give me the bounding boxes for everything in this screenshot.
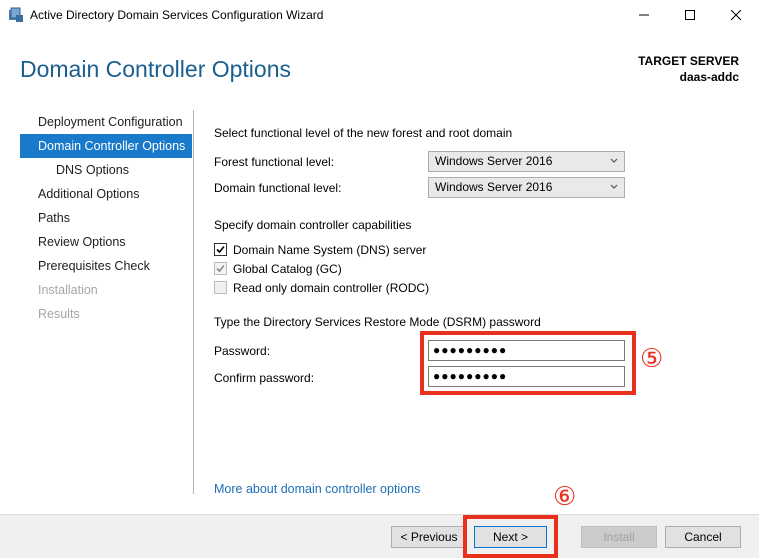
- page-title: Domain Controller Options: [20, 56, 292, 82]
- target-server-label: TARGET SERVER: [638, 54, 739, 68]
- rodc-label: Read only domain controller (RODC): [233, 281, 430, 295]
- functional-level-heading: Select functional level of the new fores…: [214, 126, 513, 140]
- step6-marker: ⑥: [553, 482, 577, 512]
- global-catalog-checkbox: [214, 262, 227, 275]
- checkmark-icon: [216, 245, 225, 254]
- domain-level-label: Domain functional level:: [214, 181, 342, 195]
- target-server-name: daas-addc: [679, 70, 739, 84]
- checkmark-icon: [216, 264, 225, 273]
- chevron-down-icon: [610, 158, 618, 163]
- nav-item-review-options[interactable]: Review Options: [20, 230, 192, 254]
- minimize-button[interactable]: [621, 0, 667, 30]
- nav-item-installation: Installation: [38, 283, 98, 297]
- close-icon: [731, 10, 741, 20]
- nav-item-results: Results: [38, 307, 80, 321]
- global-catalog-label: Global Catalog (GC): [233, 262, 342, 276]
- forest-level-value: Windows Server 2016: [435, 154, 553, 168]
- minimize-icon: [639, 14, 649, 16]
- chevron-down-icon: [610, 184, 618, 189]
- nav-item-prerequisites-check[interactable]: Prerequisites Check: [20, 254, 192, 278]
- domain-level-dropdown[interactable]: Windows Server 2016: [428, 177, 625, 198]
- nav-item-additional-options[interactable]: Additional Options: [20, 182, 192, 206]
- wizard-nav: Deployment Configuration Domain Controll…: [20, 110, 192, 326]
- nav-item-deployment-configuration[interactable]: Deployment Configuration: [20, 110, 192, 134]
- dsrm-heading: Type the Directory Services Restore Mode…: [214, 315, 541, 329]
- domain-level-value: Windows Server 2016: [435, 180, 553, 194]
- step5-highlight: [420, 331, 636, 395]
- close-button[interactable]: [713, 0, 759, 30]
- maximize-icon: [685, 10, 695, 20]
- nav-item-paths[interactable]: Paths: [20, 206, 192, 230]
- nav-divider: [193, 110, 194, 494]
- password-label: Password:: [214, 344, 271, 358]
- nav-item-dns-options[interactable]: DNS Options: [20, 158, 192, 182]
- dns-server-checkbox[interactable]: [214, 243, 227, 256]
- capabilities-heading: Specify domain controller capabilities: [214, 218, 412, 232]
- nav-item-domain-controller-options[interactable]: Domain Controller Options: [20, 134, 192, 158]
- install-button: Install: [581, 526, 657, 548]
- rodc-checkbox: [214, 281, 227, 294]
- step5-marker: ⑤: [640, 344, 664, 374]
- maximize-button[interactable]: [667, 0, 713, 30]
- forest-level-dropdown[interactable]: Windows Server 2016: [428, 151, 625, 172]
- title-bar: Active Directory Domain Services Configu…: [0, 0, 759, 30]
- dns-server-label: Domain Name System (DNS) server: [233, 243, 427, 257]
- window-title: Active Directory Domain Services Configu…: [30, 8, 324, 22]
- forest-level-label: Forest functional level:: [214, 155, 335, 169]
- step6-highlight: [463, 515, 558, 558]
- previous-button[interactable]: < Previous: [391, 526, 467, 548]
- confirm-password-label: Confirm password:: [214, 371, 315, 385]
- more-info-link[interactable]: More about domain controller options: [214, 482, 420, 496]
- app-icon: [8, 7, 24, 23]
- cancel-button[interactable]: Cancel: [665, 526, 741, 548]
